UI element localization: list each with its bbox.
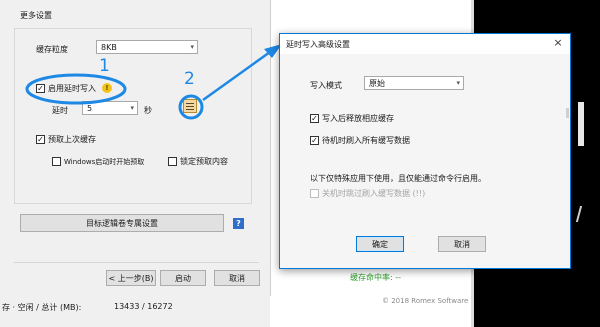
free-cache-after-write-label: 写入后释放相应缓存 [322,114,394,123]
back-button[interactable]: < 上一步(B) [106,270,156,286]
prefetch-last-cache-label: 预取上次缓存 [48,135,96,144]
lock-prefetch-checkbox[interactable] [168,157,177,166]
write-mode-value: 原始 [369,78,385,88]
dialog-cancel-button[interactable]: 取消 [438,236,486,252]
delay-label: 延时 [52,106,68,115]
cli-note-text: 以下仅特殊应用下使用，且仅能通过命令行启用。 [310,174,486,183]
check-icon: ✓ [311,136,318,145]
warning-icon: ! [102,83,112,93]
delay-value: 5 [87,103,93,113]
chevron-down-icon: ▾ [456,79,460,87]
delay-select[interactable]: 5 ▾ [82,101,138,115]
cache-granularity-value: 8KB [101,42,117,52]
help-icon[interactable]: ? [233,218,244,229]
status-bar: 存 · 空闲 / 总计 (MB): 13433 / 16272 [0,296,270,327]
target-volume-settings-button[interactable]: 目标逻辑卷专属设置 [20,214,224,232]
lock-prefetch-label: 锁定预取内容 [180,157,228,166]
advanced-settings-icon[interactable] [183,99,197,113]
background-decor-glyph [575,206,583,222]
green-status-text: 缓存命中率: -- [350,273,402,282]
cache-granularity-select[interactable]: 8KB ▾ [96,40,198,54]
flush-on-idle-label: 待机时刷入所有缓写数据 [322,136,410,145]
windows-startup-prefetch-label: Windows启动时开始预取 [64,158,145,166]
write-mode-label: 写入模式 [310,81,342,90]
copyright-text: © 2018 Romex Software [382,297,469,305]
prefetch-last-cache-checkbox[interactable]: ✓ [36,135,45,144]
delay-unit: 秒 [144,106,152,115]
chevron-down-icon: ▾ [130,104,134,112]
close-icon[interactable]: × [550,36,566,50]
background-decor-tick [566,108,569,118]
dialog-title: 延时写入高级设置 [286,40,350,49]
section-title: 更多设置 [20,11,52,20]
enable-deferred-write-label: 启用延时写入 [48,84,96,93]
cache-granularity-label: 缓存粒度 [36,45,68,54]
annotation-marker-2: 2 [184,69,195,89]
button-row-divider [14,262,259,263]
free-cache-after-write-checkbox[interactable]: ✓ [310,114,319,123]
background-decor-bar [578,102,584,146]
dialog-ok-button[interactable]: 确定 [356,236,404,252]
flush-on-idle-checkbox[interactable]: ✓ [310,136,319,145]
enable-deferred-write-checkbox[interactable]: ✓ [36,84,45,93]
status-text: 存 · 空闲 / 总计 (MB): [2,303,82,312]
status-values: 13433 / 16272 [114,302,173,311]
dialog-titlebar: 延时写入高级设置 × [280,34,570,54]
check-icon: ✓ [37,84,44,93]
advanced-settings-icon-lines [186,103,194,104]
check-icon: ✓ [311,114,318,123]
advanced-deferred-write-dialog: 延时写入高级设置 × 写入模式 原始 ▾ ✓ 写入后释放相应缓存 ✓ 待机时刷入… [279,33,571,269]
check-icon: ✓ [37,135,44,144]
chevron-down-icon: ▾ [190,43,194,51]
write-mode-select[interactable]: 原始 ▾ [364,76,464,90]
cancel-button[interactable]: 取消 [214,270,260,286]
start-button[interactable]: 启动 [160,270,206,286]
flush-on-shutdown-label: 关机时跳过刷入缓写数据 (!!) [322,189,426,198]
flush-on-shutdown-checkbox [310,189,319,198]
settings-panel: 更多设置 缓存粒度 8KB ▾ ✓ 启用延时写入 ! 延时 5 ▾ 秒 ✓ 预取… [0,0,271,296]
windows-startup-prefetch-checkbox[interactable] [52,157,61,166]
annotation-marker-1: 1 [99,56,110,76]
